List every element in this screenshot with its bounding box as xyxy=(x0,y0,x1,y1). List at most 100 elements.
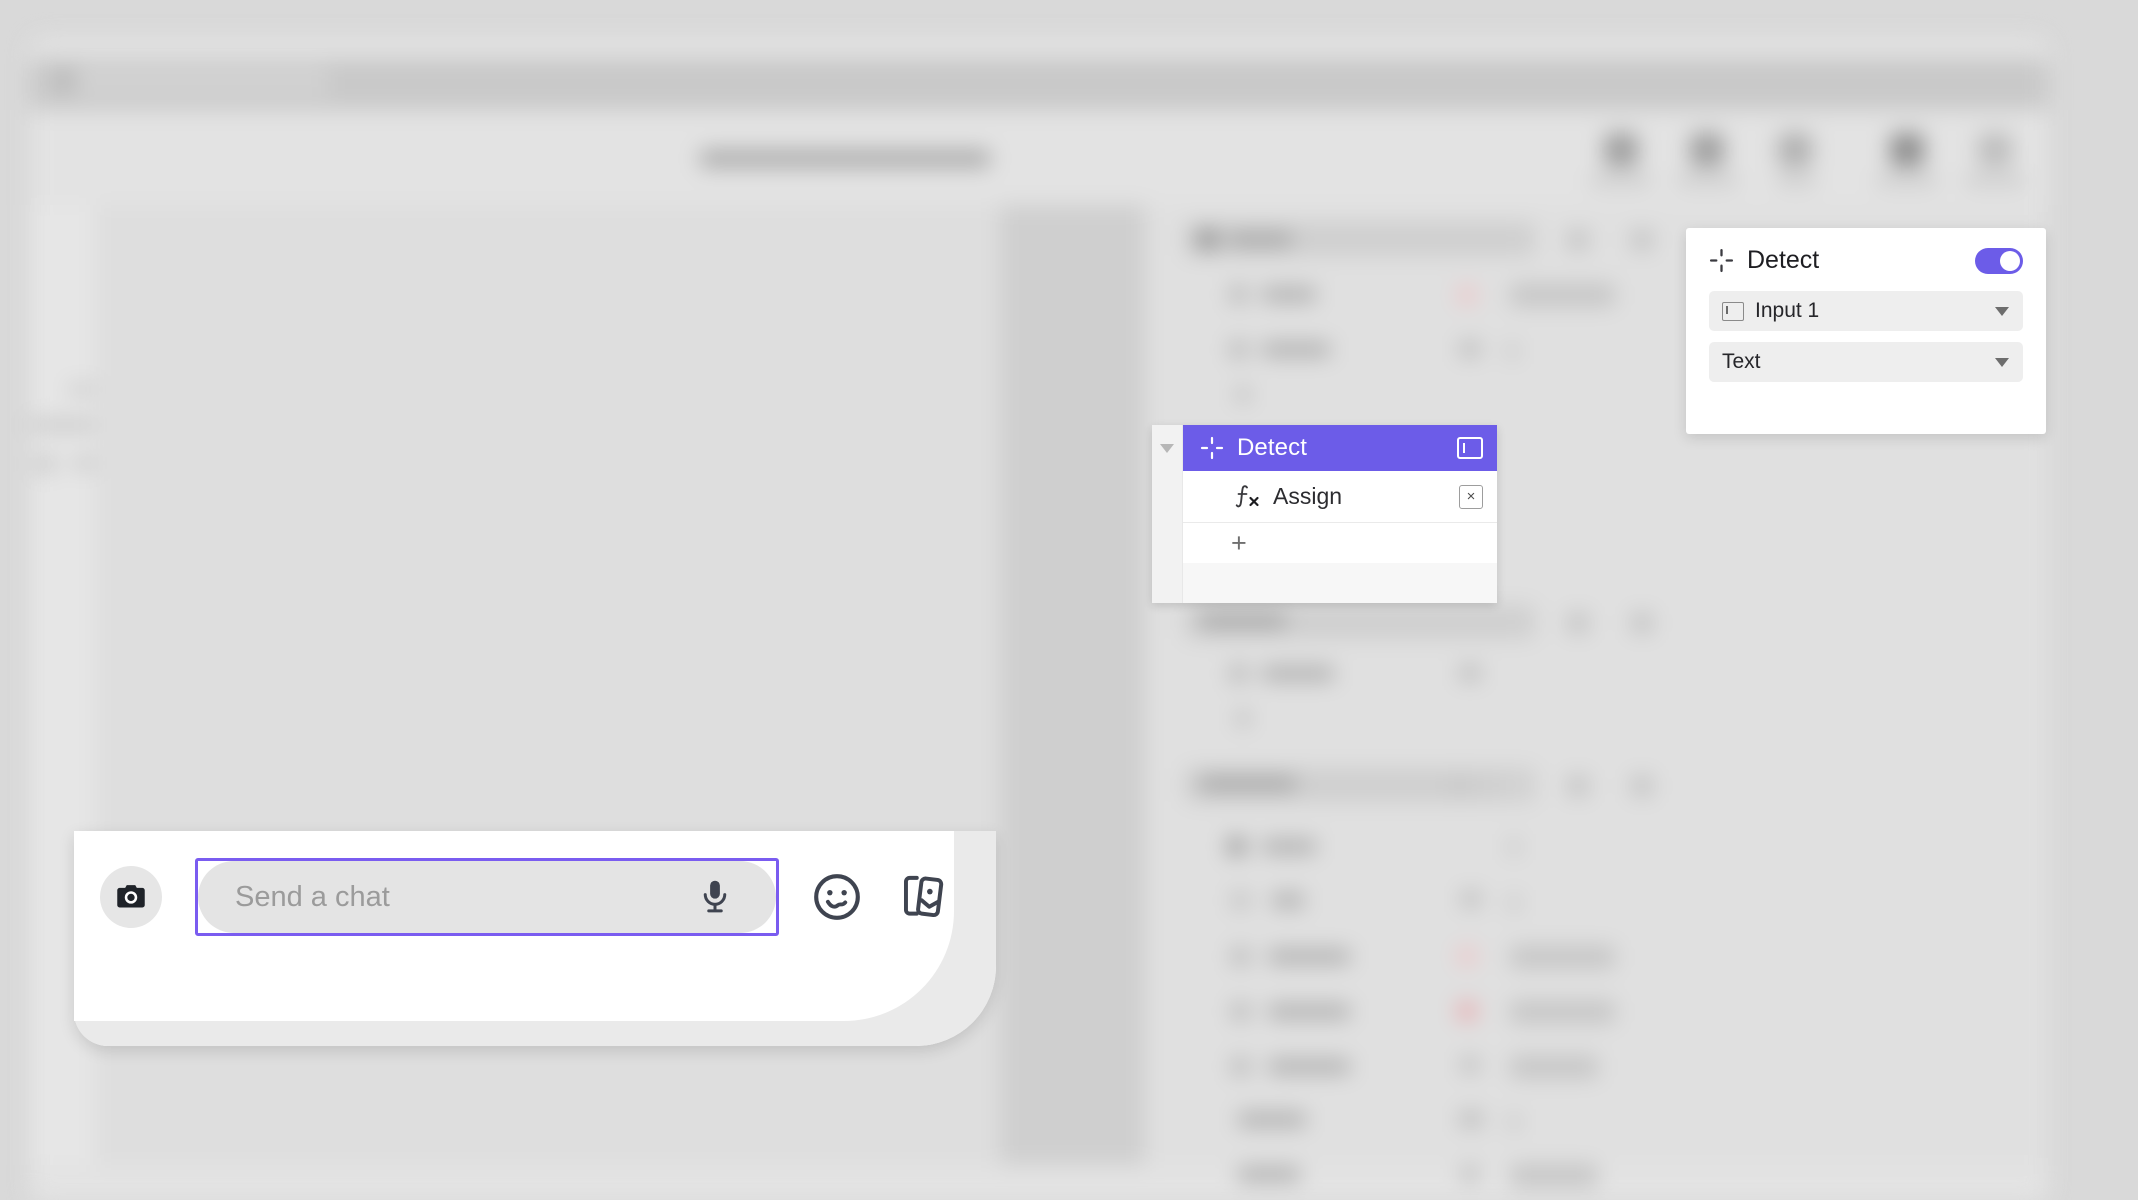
type-select-value: Text xyxy=(1722,350,1761,373)
row-value-pill[interactable] xyxy=(1510,1001,1615,1023)
group-action-3c[interactable] xyxy=(1568,776,1588,796)
row-label xyxy=(1238,1168,1300,1181)
function-fx-icon xyxy=(1235,484,1259,507)
tree-node-footer xyxy=(1183,563,1497,603)
toolbar-label-5 xyxy=(1964,176,2026,186)
row-label xyxy=(1262,288,1316,301)
group-title-2 xyxy=(1200,614,1286,627)
toolbar-label-4 xyxy=(1876,176,1938,186)
detect-properties-panel: Detect Input 1 Text xyxy=(1686,228,2046,434)
input-select-value: Input 1 xyxy=(1755,299,1820,322)
group-action-1c[interactable] xyxy=(1632,230,1652,250)
row-icon xyxy=(1232,1058,1249,1075)
row-value-pill[interactable] xyxy=(1510,1165,1598,1187)
row-icon xyxy=(1230,665,1247,682)
caret-down-icon[interactable] xyxy=(1160,444,1174,453)
group-action-3a[interactable] xyxy=(1450,776,1470,796)
row-status-dot xyxy=(1457,946,1477,966)
group-action-1a[interactable] xyxy=(1505,230,1525,250)
chevron-down-icon[interactable] xyxy=(1995,306,2009,316)
chat-input-field[interactable]: Send a chat xyxy=(195,858,779,936)
row-value xyxy=(1460,342,1480,356)
tree-child-label: Assign xyxy=(1273,483,1343,509)
type-select[interactable]: Text xyxy=(1709,342,2023,382)
detect-crosshair-icon xyxy=(1200,436,1224,460)
close-x-icon[interactable]: × xyxy=(1459,484,1483,509)
row-icon xyxy=(1228,838,1245,855)
toolbar-icon-2[interactable] xyxy=(1690,133,1724,167)
camera-icon xyxy=(117,885,145,908)
group-title-1 xyxy=(1228,233,1292,246)
row-icon xyxy=(1232,892,1249,909)
toolbar-icon-4[interactable] xyxy=(1890,133,1924,167)
plus-icon[interactable]: + xyxy=(1231,529,1247,557)
tree-child-assign[interactable]: Assign × xyxy=(1183,471,1497,523)
group-action-3b[interactable] xyxy=(1505,776,1525,796)
row-label xyxy=(1262,667,1334,680)
row-value-pill[interactable] xyxy=(1510,284,1615,306)
smiley-face-icon xyxy=(814,874,860,920)
row-label xyxy=(1268,1005,1350,1018)
window-close-dot[interactable] xyxy=(56,72,73,89)
input-port-icon xyxy=(1722,301,1744,321)
row-icon xyxy=(1230,341,1247,358)
row-value xyxy=(1460,666,1480,680)
row-value xyxy=(1460,1112,1482,1126)
row-sublabel xyxy=(1238,388,1248,401)
microphone-icon xyxy=(703,880,727,913)
row-icon xyxy=(1232,948,1249,965)
row-value xyxy=(1462,892,1480,906)
group-icon-1 xyxy=(1198,230,1217,249)
row-icon xyxy=(1232,1003,1249,1020)
row-value xyxy=(1510,840,1518,854)
toolbar-label-1 xyxy=(1590,176,1652,186)
row-label xyxy=(1268,950,1350,963)
row-label xyxy=(1272,894,1304,907)
group-action-2b[interactable] xyxy=(1568,613,1588,633)
row-sublabel xyxy=(1238,712,1248,725)
detect-enabled-toggle[interactable] xyxy=(1975,247,2023,274)
mic-button[interactable] xyxy=(698,878,732,916)
group-action-2a[interactable] xyxy=(1505,613,1525,633)
group-action-3d[interactable] xyxy=(1632,776,1652,796)
detect-node-title: Detect xyxy=(1237,434,1307,461)
tree-add-row[interactable]: + xyxy=(1183,523,1497,563)
chevron-down-icon[interactable] xyxy=(1995,357,2009,367)
detect-tree-node[interactable]: Detect Assign × + xyxy=(1152,425,1497,603)
row-label xyxy=(1268,1060,1350,1073)
row-value xyxy=(1510,1115,1518,1129)
input-select[interactable]: Input 1 xyxy=(1709,291,2023,331)
window-tab[interactable] xyxy=(78,66,328,96)
group-action-1b[interactable] xyxy=(1568,230,1588,250)
toolbar-label-2 xyxy=(1676,176,1738,186)
chat-input-placeholder: Send a chat xyxy=(235,880,390,913)
properties-header: Detect xyxy=(1709,246,2023,275)
properties-title: Detect xyxy=(1747,246,1820,274)
toolbar-label-3 xyxy=(1776,176,1816,186)
chat-controls-row: Send a chat xyxy=(100,858,951,936)
window-titlebar xyxy=(30,58,2048,110)
row-icon xyxy=(1230,286,1247,303)
group-title-3 xyxy=(1200,777,1296,790)
window-title xyxy=(700,150,990,167)
row-label xyxy=(1238,1113,1306,1126)
row-value-pill[interactable] xyxy=(1510,946,1615,968)
toolbar-icon-5[interactable] xyxy=(1978,133,2012,167)
row-value xyxy=(1508,344,1516,358)
group-action-2c[interactable] xyxy=(1632,613,1652,633)
panel-divider-strip xyxy=(1000,205,1145,1165)
row-value xyxy=(1462,1058,1478,1072)
toolbar-icon-1[interactable] xyxy=(1604,133,1638,167)
toolbar-icon-3[interactable] xyxy=(1778,133,1812,167)
stickers-button[interactable] xyxy=(895,869,951,925)
detect-node-header[interactable]: Detect xyxy=(1183,425,1497,471)
row-value-pill[interactable] xyxy=(1510,1056,1598,1078)
stickers-cards-icon xyxy=(903,875,944,918)
left-rail-subicon[interactable] xyxy=(36,455,54,473)
row-status-dot xyxy=(1457,1001,1477,1021)
screen-root: Detect Assign × + Detect Input 1 Text Se… xyxy=(0,0,2138,1200)
input-port-icon[interactable] xyxy=(1457,437,1483,459)
detect-crosshair-icon xyxy=(1709,248,1734,273)
camera-button[interactable] xyxy=(100,866,162,928)
emoji-button[interactable] xyxy=(809,869,865,925)
